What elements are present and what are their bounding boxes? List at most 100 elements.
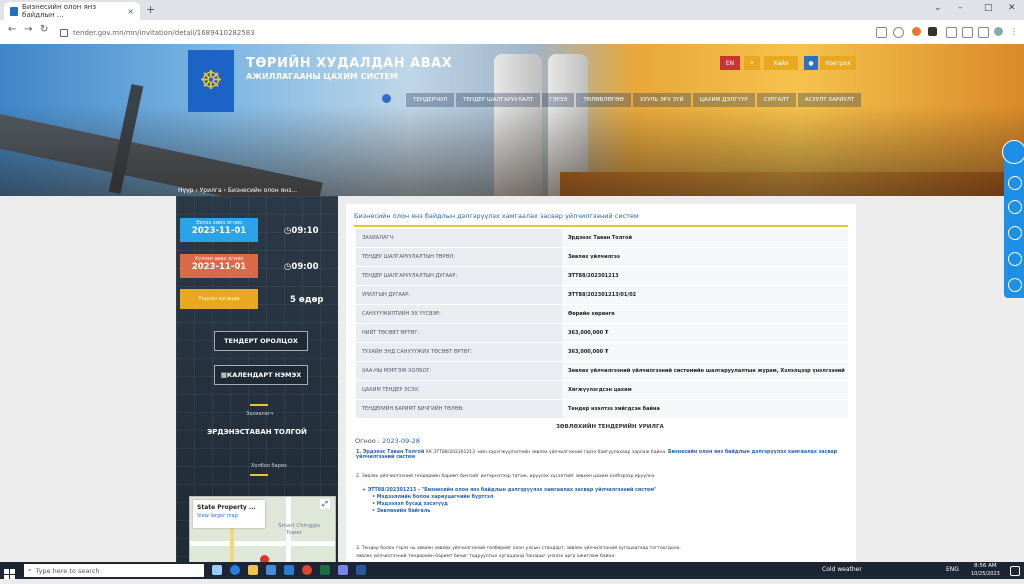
taskbar-search-box[interactable]: ⌕ Type here to search <box>24 564 204 577</box>
menu-item[interactable]: ТЕНДЕРЧИЛ <box>406 93 455 107</box>
table-row: ЗАХИАЛАГЧ: Эрдэнэс Таван Толгой <box>356 229 848 248</box>
new-tab-button[interactable]: + <box>146 3 155 16</box>
paragraph-3: 3. Тендер болон гэрээ нь зөвхөн зөвлөх ү… <box>356 546 681 551</box>
extension-icon[interactable] <box>912 27 921 36</box>
join-tender-button[interactable]: ТЕНДЕРТ ОРОЛЦОХ <box>214 331 308 351</box>
date-label: Огноо : <box>355 437 380 445</box>
input-language[interactable]: ENG <box>946 566 959 573</box>
notification-icon[interactable] <box>1010 566 1020 576</box>
row-key: ТЕНДЕР ШАЛГАРУУЛАЛТЫН ДУГААР: <box>356 267 562 285</box>
weather-widget[interactable]: Cold weather <box>822 566 862 573</box>
profile-avatar-icon[interactable] <box>994 27 1003 36</box>
task-view-icon[interactable] <box>212 565 222 575</box>
login-button[interactable]: Нэвтрэх <box>820 56 856 70</box>
settings-icon[interactable] <box>1008 226 1022 240</box>
download-icon[interactable] <box>962 27 973 38</box>
list-item[interactable]: • Мэдээлэл бусад хэсэгүүд <box>372 502 854 507</box>
close-window-button[interactable]: ✕ <box>1008 3 1016 13</box>
url-text: tender.gov.mn/mn/invitation/detail/16894… <box>73 29 255 37</box>
reload-icon[interactable]: ↻ <box>40 24 48 35</box>
clock-date[interactable]: 10/25/2023 <box>971 571 1000 577</box>
row-key: ЦАХИМ ТЕНДЕР ЭСЭХ: <box>356 381 562 399</box>
accessibility-icon[interactable] <box>1008 252 1022 266</box>
bookmark-star-icon[interactable] <box>893 27 904 38</box>
table-row: ХАА-НЫ МЭРГЭЖ ХОЛБОГ: Зөвлөх үйлчилгээний… <box>356 362 848 392</box>
row-value: Хөгжүүлэгдсэн цахим <box>562 381 848 399</box>
share-icon[interactable] <box>876 27 887 38</box>
customer-name[interactable]: ЭРДЭНЭСТАВАН ТОЛГОЙ <box>176 428 338 436</box>
end-time-value: 09:00 <box>291 262 319 272</box>
menu-item[interactable]: ЦАХИМ ДЭЛГҮҮР <box>692 93 755 107</box>
windows-start-icon[interactable] <box>4 565 15 580</box>
state-emblem-logo[interactable]: ☸ <box>188 50 234 112</box>
menu-item[interactable]: СУРГАЛТ <box>756 93 796 107</box>
browser-menu-icon[interactable]: ⋮ <box>1010 27 1019 36</box>
end-date-value: 2023-11-01 <box>191 262 247 272</box>
url-field[interactable]: tender.gov.mn/mn/invitation/detail/16894… <box>60 26 850 40</box>
row-value: Өөрийн хөрөнгө <box>562 305 848 323</box>
map-fullscreen-icon[interactable]: ⤢ <box>320 499 330 509</box>
maximize-button[interactable]: □ <box>984 3 993 13</box>
menu-item[interactable]: АСУУЛТ ХАРИУЛТ <box>797 93 862 107</box>
browser-tab[interactable]: Бизнесийн олон янз байдлын ... × <box>4 2 140 20</box>
file-explorer-icon[interactable] <box>248 565 258 575</box>
word-icon[interactable] <box>356 565 366 575</box>
user-icon[interactable]: ● <box>804 56 818 70</box>
globe-icon[interactable] <box>1008 278 1022 292</box>
list-item[interactable]: • Зөвлөхийн байгаль <box>372 509 854 514</box>
breadcrumb[interactable]: Нүүр › Урилга › Бизнесийн олон янз... <box>178 187 297 194</box>
chrome-icon[interactable] <box>302 565 312 575</box>
table-row: ТУХАЙН ЭНД САНХҮҮЖИХ ТӨСӨВТ ӨРТӨГ: 363,00… <box>356 343 848 362</box>
chat-icon[interactable] <box>1002 140 1024 164</box>
edge-browser-icon[interactable] <box>230 565 240 575</box>
start-time-value: 09:10 <box>291 226 319 236</box>
remaining-box: Үлдсэн хугацаа <box>180 289 258 309</box>
tab-close-icon[interactable]: × <box>127 7 134 16</box>
home-icon[interactable] <box>382 94 391 103</box>
paragraph-4: зөвлөх үйлчилгээний тендерийн баримт бич… <box>356 554 616 559</box>
menu-item[interactable]: ТӨЛӨВЛӨГӨӨ <box>576 93 631 107</box>
divider-line-2 <box>250 474 268 476</box>
row-key: УРИЛГЫН ДУГААР: <box>356 286 562 304</box>
menu-item[interactable]: ГЭРЭЭ <box>542 93 575 107</box>
teams-icon[interactable] <box>338 565 348 575</box>
minimize-button[interactable]: – <box>958 3 963 13</box>
map-info-card: State Property ... View larger map <box>193 500 265 528</box>
menu-item[interactable]: ТЕНДЕР ШАЛГАРУУЛАЛТ <box>456 93 541 107</box>
customer-caption: Захиалагч <box>246 411 274 417</box>
search-magnifier-icon: ⌕ <box>28 566 32 574</box>
excel-icon[interactable] <box>320 565 330 575</box>
tab-search-icon[interactable]: ⌄ <box>934 3 942 13</box>
invitation-heading: ЗӨВЛӨХИЙН ТЕНДЕРИЙН УРИЛГА <box>556 424 664 430</box>
list-item-text: Зөвлөхийн байгаль <box>376 509 431 514</box>
row-key: ХАА-НЫ МЭРГЭЖ ХОЛБОГ: <box>356 362 562 380</box>
tab-list-icon[interactable] <box>946 27 957 38</box>
language-flag-icon[interactable]: EN <box>720 56 740 70</box>
search-icon[interactable]: ⌕ <box>744 56 760 70</box>
add-calendar-button[interactable]: ▦ КАЛЕНДАРТ НЭМЭХ <box>214 365 308 385</box>
sidepanel-icon[interactable] <box>978 27 989 38</box>
forward-arrow-icon[interactable]: → <box>24 24 32 35</box>
store-icon[interactable] <box>266 565 276 575</box>
date-value: 2023-09-28 <box>382 437 420 445</box>
mail-icon[interactable] <box>284 565 294 575</box>
search-button[interactable]: Хайх <box>764 56 798 70</box>
document-icon[interactable] <box>1008 200 1022 214</box>
list-item[interactable]: • Мэдээллийн болон хариуцагчийн бүртгэл <box>372 495 854 500</box>
back-arrow-icon[interactable]: ← <box>8 24 16 35</box>
tender-list-head[interactable]: + ЭТТ88/202301213 - "Бизнесийн олон янз … <box>362 488 854 493</box>
clock-time[interactable]: 8:56 AM <box>974 563 997 569</box>
tender-list-head-text: ЭТТ88/202301213 - "Бизнесийн олон янз ба… <box>367 488 657 493</box>
row-value: ЭТТ88/202301213 <box>562 267 848 285</box>
map-label: Smart Chinggis <box>278 523 321 529</box>
contact-caption: Холбоо барих <box>251 463 288 469</box>
info-icon[interactable] <box>1008 176 1022 190</box>
paragraph-1: 1. Эрдэнэс Таван Толгой ХК ЭТТ88/2023012… <box>356 450 848 460</box>
table-row: ТЕНДЕР ШАЛГАРУУЛАЛТЫН ДУГААР: ЭТТ88/20230… <box>356 267 848 286</box>
extension-puzzle-icon[interactable] <box>928 27 937 36</box>
map-larger-link[interactable]: View larger map <box>197 513 265 519</box>
menu-item[interactable]: ХУУЛЬ ЭРХ ЗҮЙ <box>632 93 691 107</box>
invitation-date: Огноо : 2023-09-28 <box>355 437 420 445</box>
table-row: ТЕНДЕРИЙН БАРИМТ БИЧГИЙН ТӨЛӨВ: Тендер нэ… <box>356 400 848 419</box>
start-date-box: Эхлэх хийх огноо 2023-11-01 <box>180 218 258 242</box>
